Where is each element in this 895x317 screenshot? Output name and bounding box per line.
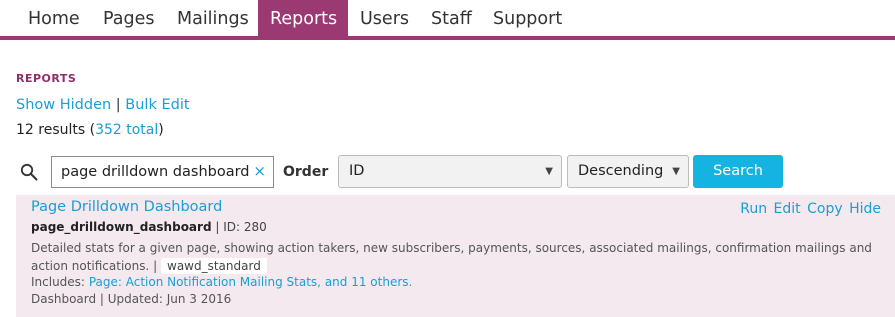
chevron-down-icon: ▼ [545, 166, 553, 177]
search-input[interactable] [61, 162, 251, 182]
report-footer: Dashboard | Updated: Jun 3 2016 [31, 292, 232, 306]
bulk-edit-link[interactable]: Bulk Edit [125, 97, 189, 113]
includes-more-link[interactable]: and 11 others. [325, 275, 413, 289]
report-title-link[interactable]: Page Drilldown Dashboard [31, 199, 222, 215]
report-tag[interactable]: wawd_standard [161, 258, 267, 274]
results-count-prefix: 12 results ( [16, 122, 96, 138]
nav-tab-reports[interactable]: Reports [258, 0, 348, 40]
report-short-name: page_drilldown_dashboard [31, 220, 212, 234]
copy-link[interactable]: Copy [807, 201, 843, 217]
includes-link[interactable]: Page: Action Notification Mailing Stats, [89, 275, 321, 289]
nav-tab-mailings[interactable]: Mailings [165, 0, 261, 40]
chevron-down-icon: ▼ [672, 166, 680, 177]
hide-link[interactable]: Hide [849, 201, 881, 217]
search-field: × [51, 156, 274, 188]
report-includes: Includes: Page: Action Notification Mail… [31, 275, 412, 289]
order-field-value: ID [349, 163, 365, 179]
report-actions: Run Edit Copy Hide [738, 201, 881, 217]
report-id: | ID: 280 [215, 220, 267, 234]
report-description: Detailed stats for a given page, showing… [31, 239, 881, 275]
nav-tab-users[interactable]: Users [348, 0, 421, 40]
links-separator: | [115, 97, 121, 113]
order-direction-value: Descending [578, 163, 664, 179]
list-item: Page Drilldown Dashboard Run Edit Copy H… [16, 195, 895, 317]
nav-tab-pages[interactable]: Pages [91, 0, 166, 40]
edit-link[interactable]: Edit [774, 201, 801, 217]
report-links: Show Hidden | Bulk Edit [16, 97, 190, 113]
order-direction-select[interactable]: Descending ▼ [567, 155, 689, 188]
results-count-suffix: ) [158, 122, 164, 138]
top-navigation: Home Pages Mailings Reports Users Staff … [0, 0, 895, 40]
report-meta: page_drilldown_dashboard | ID: 280 [31, 220, 267, 234]
search-icon [20, 163, 38, 181]
nav-tab-support[interactable]: Support [481, 0, 574, 40]
show-hidden-link[interactable]: Show Hidden [16, 97, 111, 113]
nav-tab-home[interactable]: Home [16, 0, 92, 40]
search-button[interactable]: Search [693, 155, 783, 188]
nav-tab-staff[interactable]: Staff [419, 0, 484, 40]
report-description-text: Detailed stats for a given page, showing… [31, 241, 872, 273]
run-link[interactable]: Run [740, 201, 767, 217]
includes-label: Includes: [31, 275, 85, 289]
clear-search-icon[interactable]: × [253, 162, 266, 180]
order-label: Order [283, 164, 329, 180]
results-count: 12 results (352 total) [16, 122, 164, 138]
page-title: REPORTS [16, 72, 77, 85]
total-link[interactable]: 352 total [95, 122, 158, 138]
order-field-select[interactable]: ID ▼ [338, 155, 562, 188]
